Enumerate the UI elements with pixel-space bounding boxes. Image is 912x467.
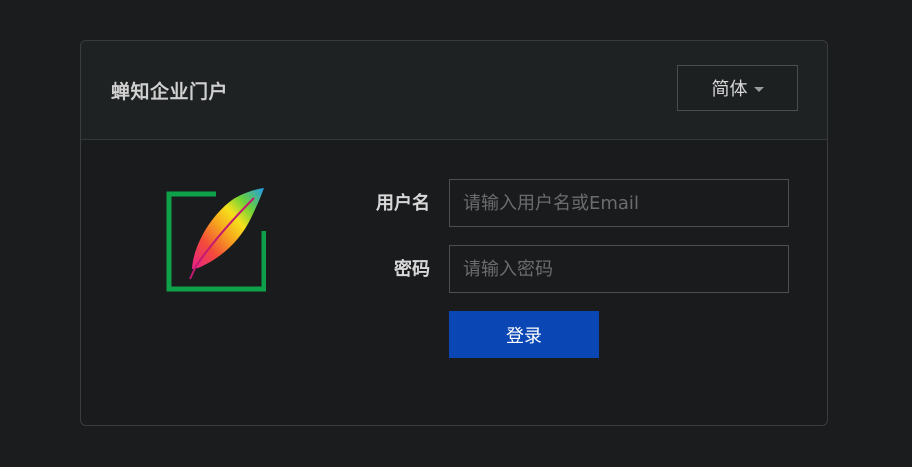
login-button[interactable]: 登录 xyxy=(449,311,599,358)
language-select-label: 简体 xyxy=(711,79,748,100)
password-input[interactable] xyxy=(449,245,789,293)
username-label: 用户名 xyxy=(376,193,430,214)
page-title: 蝉知企业门户 xyxy=(111,81,229,103)
chevron-down-icon xyxy=(753,86,764,92)
panel-header: 蝉知企业门户 简体 xyxy=(81,41,827,140)
password-label: 密码 xyxy=(394,259,430,280)
login-panel: 蝉知企业门户 简体 用户名 密 xyxy=(80,40,828,426)
username-input[interactable] xyxy=(449,179,789,227)
feather-logo-icon xyxy=(166,186,267,292)
language-select[interactable]: 简体 xyxy=(677,65,798,111)
